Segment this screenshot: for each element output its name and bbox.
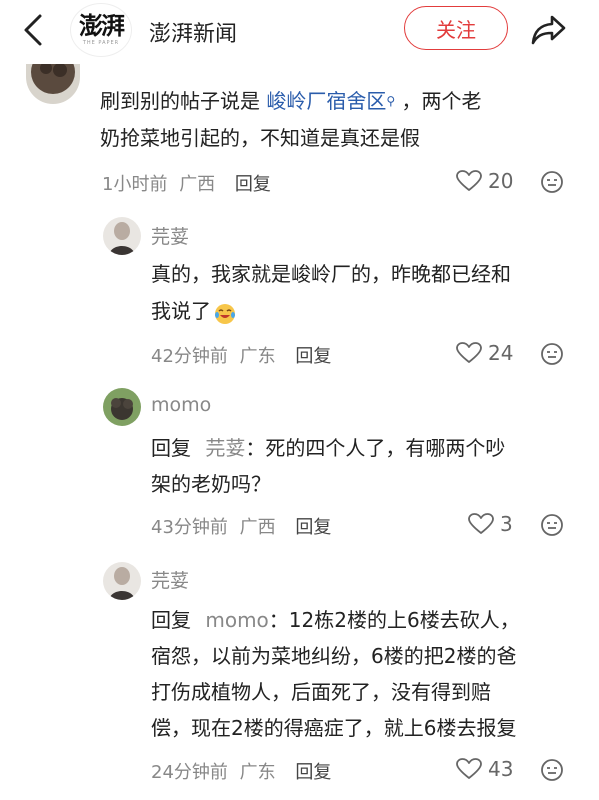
- top-bar: 澎湃 THE PAPER 澎湃新闻 关注: [0, 0, 599, 60]
- comment-username[interactable]: momo: [151, 394, 211, 416]
- heart-icon: [468, 513, 494, 534]
- comment-username[interactable]: 芫荽: [151, 222, 189, 249]
- comment-time: 43分钟前: [151, 517, 228, 538]
- reply-button[interactable]: 回复: [235, 174, 271, 195]
- comment-text: 回复 芫荽：死的四个人了，有哪两个吵: [151, 430, 505, 467]
- like-button[interactable]: 3: [468, 512, 513, 536]
- mention-link[interactable]: momo: [205, 608, 268, 632]
- follow-button[interactable]: 关注: [404, 6, 508, 50]
- emoji-reaction-icon[interactable]: [540, 170, 564, 194]
- comment-location: 广东: [239, 762, 276, 783]
- logo-subtext: THE PAPER: [82, 40, 120, 46]
- reply-prefix: 回复: [151, 436, 191, 460]
- reply-button[interactable]: 回复: [295, 346, 331, 367]
- comment-text-part: 刷到别的帖子说是: [100, 89, 267, 113]
- comment-text: 宿怨，以前为菜地纠纷，6楼的把2楼的爸: [151, 644, 517, 668]
- share-icon[interactable]: [530, 12, 568, 48]
- reply-button[interactable]: 回复: [295, 517, 331, 538]
- back-icon[interactable]: [18, 12, 50, 48]
- comment-text: 真的，我家就是峻岭厂的，昨晚都已经和: [151, 262, 511, 286]
- like-count: 20: [488, 169, 514, 193]
- comment-meta: 42分钟前 广东 回复: [151, 342, 331, 368]
- emoji-reaction-icon[interactable]: [540, 758, 564, 782]
- publisher-logo[interactable]: 澎湃 THE PAPER: [70, 3, 132, 57]
- comment-text-part: ：死的四个人了，有哪两个吵: [245, 436, 506, 460]
- comment-time: 1小时前: [102, 174, 168, 195]
- reply-button[interactable]: 回复: [295, 762, 331, 783]
- comment-text: 偿，现在2楼的得癌症了，就上6楼去报复: [151, 716, 517, 740]
- comment-time: 42分钟前: [151, 346, 228, 367]
- comment-text: 奶抢菜地引起的，不知道是真还是假: [100, 126, 420, 150]
- like-button[interactable]: 20: [456, 169, 513, 193]
- mention-link[interactable]: 芫荽: [205, 436, 245, 460]
- heart-icon: [456, 342, 482, 363]
- comment-time: 24分钟前: [151, 762, 228, 783]
- comment-text: 架的老奶吗？: [151, 472, 271, 496]
- laughing-crying-emoji-icon: [213, 301, 237, 325]
- avatar[interactable]: [103, 562, 141, 600]
- avatar[interactable]: [103, 217, 141, 255]
- comment-text: 刷到别的帖子说是 峻岭厂宿舍区⚲ ，两个老: [100, 83, 482, 120]
- logo-text: 澎湃: [79, 11, 125, 40]
- emoji-reaction-icon[interactable]: [540, 513, 564, 537]
- emoji-reaction-icon[interactable]: [540, 342, 564, 366]
- like-count: 24: [488, 341, 514, 365]
- avatar[interactable]: [26, 64, 80, 104]
- comment-text: 打伤成植物人，后面死了，没有得到赔: [151, 680, 491, 704]
- avatar[interactable]: [103, 388, 141, 426]
- comment-username[interactable]: 芫荽: [151, 566, 189, 593]
- search-icon: ⚲: [386, 94, 396, 108]
- comment-location: 广西: [239, 517, 276, 538]
- like-button[interactable]: 43: [456, 757, 513, 781]
- comment-text: 回复 momo：12栋2楼的上6楼去砍人，: [151, 602, 520, 639]
- comment-meta: 1小时前 广西 回复: [102, 170, 271, 196]
- comment-location: 广西: [179, 174, 216, 195]
- like-count: 3: [500, 512, 513, 536]
- comment-location: 广东: [239, 346, 276, 367]
- comment-meta: 24分钟前 广东 回复: [151, 758, 331, 784]
- comment-text-part: 我说了: [151, 299, 211, 323]
- publisher-name[interactable]: 澎湃新闻: [149, 16, 237, 48]
- topic-link[interactable]: 峻岭厂宿舍区: [266, 89, 386, 113]
- like-button[interactable]: 24: [456, 341, 513, 365]
- comment-text: 我说了: [151, 293, 237, 330]
- heart-icon: [456, 758, 482, 779]
- comment-text-part: ，两个老: [395, 89, 482, 113]
- heart-icon: [456, 170, 482, 191]
- like-count: 43: [488, 757, 514, 781]
- comment-text-part: ：12栋2楼的上6楼去砍人，: [268, 608, 520, 632]
- reply-prefix: 回复: [151, 608, 191, 632]
- comment-meta: 43分钟前 广西 回复: [151, 513, 331, 539]
